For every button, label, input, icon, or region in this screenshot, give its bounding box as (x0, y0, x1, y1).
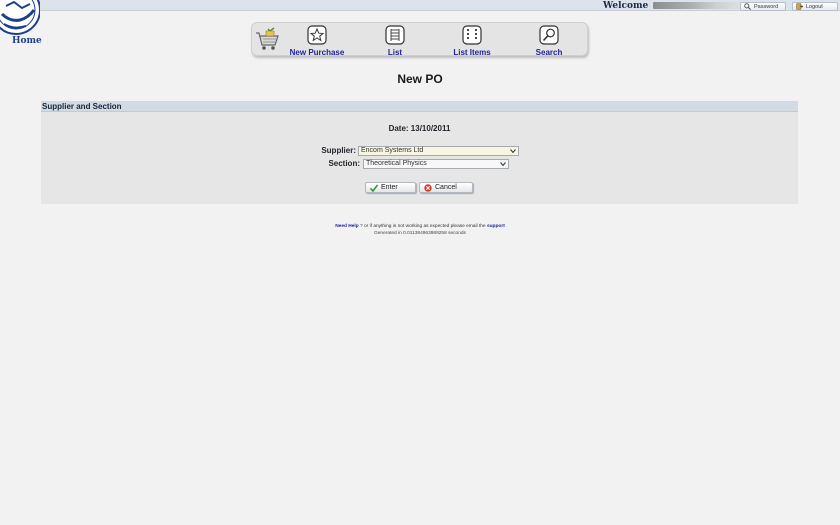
enter-button-label: Enter (381, 184, 398, 191)
logout-button[interactable]: Logout (792, 2, 838, 11)
nav-new-purchase[interactable]: New Purchase (288, 25, 346, 57)
section-label: Section: (328, 159, 360, 168)
magnifier-icon (744, 3, 751, 10)
nav-list[interactable]: List (375, 25, 415, 57)
cancel-button[interactable]: Cancel (419, 182, 473, 193)
logout-label: Logout (806, 3, 823, 10)
list-icon (385, 25, 405, 45)
logout-icon (796, 3, 803, 10)
need-help-link[interactable]: Need Help (335, 224, 358, 229)
panel-header: Supplier and Section (41, 101, 798, 112)
redacted-username (653, 2, 744, 9)
section-select[interactable]: Theoretical Physics (363, 159, 509, 169)
shopping-cart-icon (256, 27, 279, 50)
welcome-text: Welcome (603, 1, 744, 11)
list-items-icon (462, 25, 482, 45)
password-button[interactable]: Password (740, 2, 786, 11)
chevron-down-icon (500, 162, 506, 167)
section-select-value: Theoretical Physics (366, 160, 427, 167)
help-text: ? or if anything is not working as expec… (358, 224, 487, 229)
supplier-select-value: Encom Systems Ltd (361, 147, 424, 154)
password-label: Password (754, 3, 779, 10)
nav-list-items[interactable]: List Items (452, 25, 492, 57)
cancel-icon (424, 183, 432, 192)
supplier-label: Supplier: (321, 146, 356, 155)
checkmark-icon (370, 184, 378, 192)
nav-search-label: Search (535, 48, 563, 57)
nav-list-label: List (387, 48, 403, 57)
university-seal-logo[interactable] (0, 0, 40, 36)
support-link[interactable]: support (487, 224, 505, 229)
star-icon (307, 25, 327, 45)
date-line: Date: 13/10/2011 (388, 124, 451, 133)
welcome-label: Welcome (603, 1, 649, 11)
nav-list-items-label: List Items (453, 48, 491, 57)
help-line: Need Help ? or if anything is not workin… (0, 224, 840, 229)
nav-new-purchase-label: New Purchase (289, 48, 345, 57)
main-navigation: New Purchase List List Items Search (251, 22, 588, 57)
supplier-section-panel: Supplier and Section Date: 13/10/2011 Su… (41, 101, 798, 204)
generated-time-text: Generated in 0.011384963989258 seconds (374, 231, 466, 236)
search-icon (539, 25, 559, 45)
cancel-button-label: Cancel (435, 184, 457, 191)
home-link[interactable]: Home (12, 36, 42, 46)
supplier-select[interactable]: Encom Systems Ltd (358, 146, 519, 156)
enter-button[interactable]: Enter (365, 182, 416, 193)
page-title: New PO (397, 72, 443, 86)
chevron-down-icon (510, 149, 516, 154)
nav-search[interactable]: Search (529, 25, 569, 57)
